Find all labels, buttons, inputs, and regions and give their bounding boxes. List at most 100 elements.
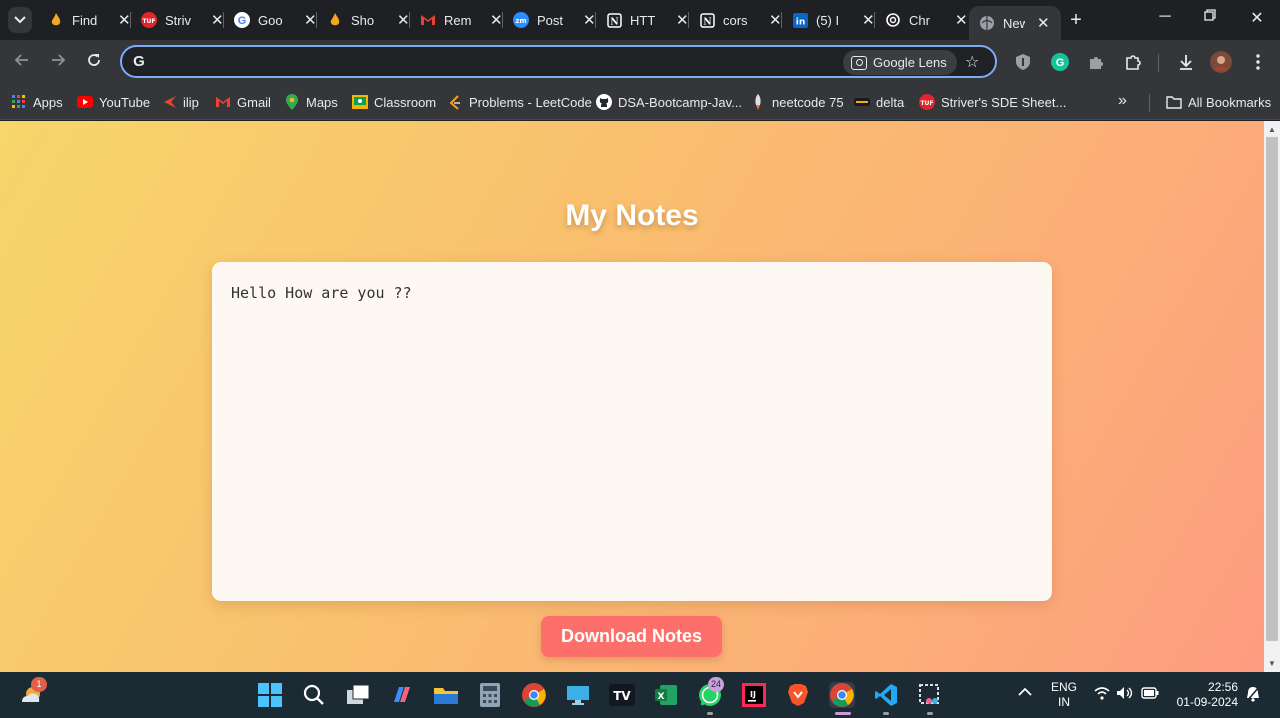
bookmark-star-icon[interactable]: ☆ — [965, 52, 979, 72]
language-indicator[interactable]: ENG IN — [1050, 680, 1078, 710]
address-bar[interactable]: G Google Lens ☆ — [120, 45, 997, 78]
bookmark-label: Maps — [306, 94, 338, 110]
snipping-tool-icon[interactable] — [917, 682, 943, 708]
chevron-double-right-icon[interactable]: » — [1118, 92, 1127, 110]
bookmark-delta[interactable]: delta — [854, 93, 904, 111]
bookmark-maps[interactable]: Maps — [284, 93, 338, 111]
wifi-icon[interactable] — [1094, 686, 1110, 704]
grammarly-icon[interactable]: G — [1049, 51, 1071, 73]
close-icon[interactable]: ✕ — [769, 11, 782, 29]
tab-google[interactable]: G Goo ✕ — [224, 0, 317, 40]
page-scrollbar[interactable]: ▲ ▼ — [1264, 121, 1280, 672]
close-icon[interactable]: ✕ — [397, 11, 410, 29]
weather-badge: 1 — [31, 677, 47, 692]
chrome-icon[interactable] — [521, 682, 547, 708]
bookmark-dsa-bootcamp[interactable]: DSA-Bootcamp-Jav... — [596, 93, 742, 111]
whatsapp-badge: 24 — [708, 677, 725, 692]
scrollbar-thumb[interactable] — [1266, 137, 1278, 641]
profile-avatar[interactable] — [1210, 51, 1232, 73]
notes-page: My Notes Download Notes — [0, 121, 1264, 672]
svg-text:G: G — [238, 15, 247, 27]
all-bookmarks-button[interactable]: All Bookmarks — [1166, 93, 1271, 111]
tab-search-button[interactable] — [8, 7, 32, 33]
bookmark-apps[interactable]: Apps — [11, 93, 63, 111]
excel-icon[interactable]: X — [653, 682, 679, 708]
scroll-up-icon[interactable]: ▲ — [1268, 125, 1276, 134]
close-icon[interactable]: ✕ — [862, 11, 875, 29]
download-notes-button[interactable]: Download Notes — [541, 616, 722, 657]
close-icon[interactable]: ✕ — [955, 11, 968, 29]
globe-icon — [979, 15, 995, 31]
tab-http[interactable]: N HTT ✕ — [596, 0, 689, 40]
gmail-icon — [215, 94, 231, 110]
new-tab-button[interactable]: + — [1066, 9, 1086, 32]
tab-sho[interactable]: Sho ✕ — [317, 0, 410, 40]
apps-grid-icon — [11, 94, 27, 110]
shield-extension-icon[interactable] — [1012, 51, 1034, 73]
volume-icon[interactable] — [1116, 686, 1134, 704]
tradingview-icon[interactable]: TV — [609, 682, 635, 708]
bookmark-label: Classroom — [374, 94, 437, 110]
remote-desktop-icon[interactable] — [565, 682, 591, 708]
svg-text:TV: TV — [613, 689, 631, 703]
tab-new-tab[interactable]: New ✕ — [969, 6, 1061, 40]
reload-button[interactable] — [82, 50, 106, 74]
tab-title: cors — [723, 12, 748, 28]
extensions-icon[interactable] — [1122, 51, 1144, 73]
close-icon[interactable]: ✕ — [304, 11, 317, 29]
file-explorer-icon[interactable] — [433, 682, 459, 708]
brave-icon[interactable] — [785, 682, 811, 708]
calculator-icon[interactable] — [477, 682, 503, 708]
chrome-active-icon[interactable] — [829, 682, 855, 708]
close-icon[interactable]: ✕ — [1037, 14, 1050, 32]
tab-linkedin[interactable]: in (5) I ✕ — [782, 0, 875, 40]
tab-find[interactable]: Find ✕ — [38, 0, 131, 40]
scroll-down-icon[interactable]: ▼ — [1268, 659, 1276, 668]
copilot-icon[interactable] — [389, 682, 415, 708]
restore-button[interactable] — [1199, 8, 1221, 26]
notification-bell-icon[interactable] — [1245, 686, 1261, 706]
bookmark-neetcode[interactable]: neetcode 75 — [750, 93, 844, 111]
task-view-icon[interactable] — [345, 682, 371, 708]
notes-textarea[interactable] — [212, 262, 1052, 601]
address-input[interactable] — [158, 51, 838, 73]
close-icon[interactable]: ✕ — [676, 11, 689, 29]
close-icon[interactable]: ✕ — [490, 11, 503, 29]
windows-start-icon[interactable] — [257, 682, 283, 708]
bookmark-ilip[interactable]: ilip — [161, 93, 199, 111]
tab-gmail[interactable]: Rem ✕ — [410, 0, 503, 40]
tab-post[interactable]: zm Post ✕ — [503, 0, 596, 40]
bookmark-label: DSA-Bootcamp-Jav... — [618, 94, 743, 110]
bookmark-youtube[interactable]: YouTube — [77, 93, 150, 111]
bookmark-gmail[interactable]: Gmail — [215, 93, 271, 111]
tab-title: Goo — [258, 12, 283, 28]
minimize-button[interactable]: ─ — [1154, 8, 1176, 26]
battery-icon[interactable] — [1141, 687, 1159, 703]
close-icon[interactable]: ✕ — [583, 11, 596, 29]
clock[interactable]: 22:56 01-09-2024 — [1170, 680, 1238, 710]
google-lens-label: Google Lens — [873, 55, 947, 70]
menu-kebab-icon[interactable] — [1247, 51, 1269, 73]
tab-cors[interactable]: N cors ✕ — [689, 0, 782, 40]
chevron-up-icon[interactable] — [1018, 686, 1032, 701]
search-icon[interactable] — [301, 682, 327, 708]
tab-title: Post — [537, 12, 564, 28]
download-icon[interactable] — [1175, 51, 1197, 73]
vscode-icon[interactable] — [873, 682, 899, 708]
back-button[interactable] — [10, 50, 34, 74]
close-window-button[interactable]: ✕ — [1246, 8, 1268, 28]
tab-title: Rem — [444, 12, 472, 28]
close-icon[interactable]: ✕ — [211, 11, 224, 29]
bookmarks-divider — [1149, 94, 1150, 112]
tab-chatgpt[interactable]: Chr ✕ — [875, 0, 968, 40]
puzzle-extension-icon[interactable] — [1085, 51, 1107, 73]
google-lens-button[interactable]: Google Lens — [843, 50, 957, 75]
svg-text:TUF: TUF — [142, 18, 155, 25]
close-icon[interactable]: ✕ — [118, 11, 131, 29]
bookmark-leetcode[interactable]: Problems - LeetCode — [447, 93, 592, 111]
intellij-icon[interactable]: IJ — [741, 682, 767, 708]
forward-button[interactable] — [46, 50, 70, 74]
bookmark-striver-sheet[interactable]: TUF Striver's SDE Sheet... — [919, 93, 1066, 111]
bookmark-classroom[interactable]: Classroom — [352, 93, 436, 111]
tab-striver[interactable]: TUF Striv ✕ — [131, 0, 224, 40]
